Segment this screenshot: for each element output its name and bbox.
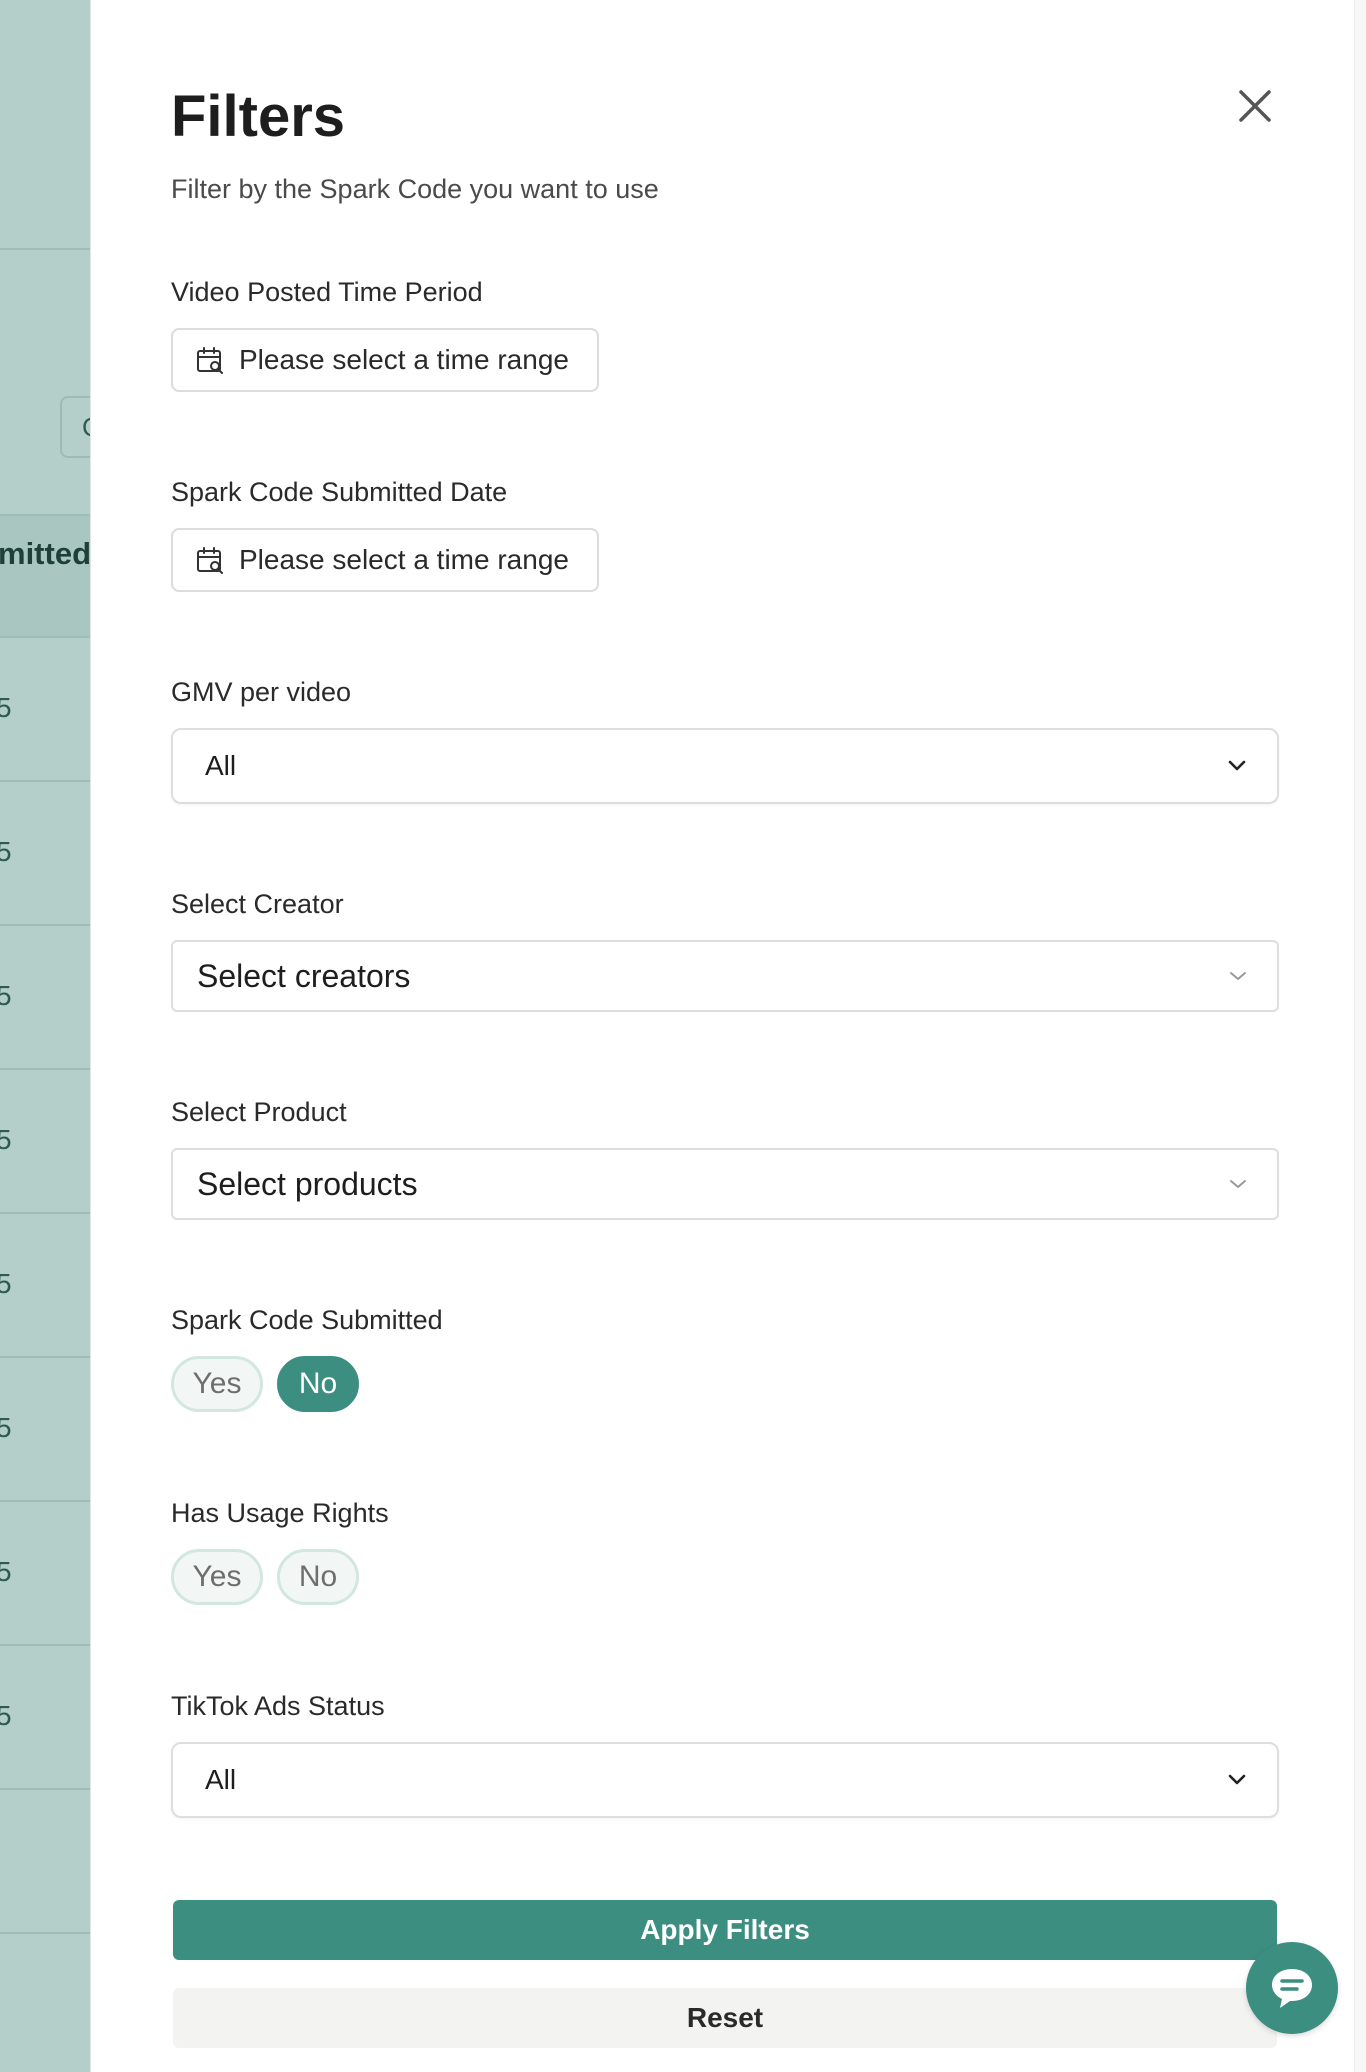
apply-filters-button[interactable]: Apply Filters: [173, 1900, 1277, 1960]
chat-bubble-icon: [1272, 1969, 1312, 2008]
backdrop-cell: 5: [0, 836, 12, 867]
backdrop-cell: 5: [0, 1268, 12, 1299]
backdrop-cell: 5: [0, 1412, 12, 1443]
product-multiselect-placeholder: Select products: [197, 1165, 418, 1202]
tiktok-ads-status-label: TikTok Ads Status: [171, 1691, 385, 1721]
backdrop-search-box: C: [60, 396, 90, 458]
gmv-per-video-select[interactable]: All: [171, 728, 1279, 804]
spark-submitted-date-picker[interactable]: Please select a time range: [171, 528, 599, 592]
backdrop-table-header: [0, 516, 90, 636]
backdrop-header-text: mitted: [0, 536, 90, 571]
filters-drawer: Filters Filter by the Spark Code you wan…: [90, 0, 1366, 2072]
select-creator-label: Select Creator: [171, 889, 344, 919]
spark-code-submitted-label: Spark Code Submitted: [171, 1305, 443, 1335]
backdrop-divider: [0, 1932, 90, 1934]
chat-launcher-button[interactable]: [1246, 1942, 1338, 2034]
usage-rights-label: Has Usage Rights: [171, 1498, 389, 1528]
date-picker-placeholder: Please select a time range: [239, 544, 569, 575]
backdrop-divider: [0, 248, 90, 250]
gmv-per-video-value: All: [205, 750, 237, 781]
backdrop-cell: 5: [0, 1556, 12, 1587]
page-backdrop[interactable]: C mitted 5 5 5 5 5 5 5 5: [0, 0, 90, 2072]
spark-submitted-no-toggle[interactable]: No: [277, 1356, 359, 1412]
close-icon: [1239, 90, 1271, 122]
chevron-down-icon: [1223, 752, 1251, 780]
reset-button[interactable]: Reset: [173, 1988, 1277, 2048]
date-picker-placeholder: Please select a time range: [239, 344, 569, 375]
calendar-search-icon: [195, 345, 225, 375]
calendar-search-icon: [195, 545, 225, 575]
drawer-title: Filters: [171, 84, 346, 149]
backdrop-cell: 5: [0, 1124, 12, 1155]
select-product-label: Select Product: [171, 1097, 347, 1127]
backdrop-divider: [0, 780, 90, 782]
backdrop-divider: [0, 1212, 90, 1214]
backdrop-divider: [0, 1788, 90, 1790]
backdrop-divider: [0, 1644, 90, 1646]
tiktok-ads-status-select[interactable]: All: [171, 1742, 1279, 1818]
drawer-subtitle: Filter by the Spark Code you want to use: [171, 174, 659, 204]
backdrop-cell: 5: [0, 1700, 12, 1731]
creator-multiselect-placeholder: Select creators: [197, 957, 411, 994]
video-posted-date-picker[interactable]: Please select a time range: [171, 328, 599, 392]
video-posted-label: Video Posted Time Period: [171, 277, 483, 307]
drawer-scrollbar[interactable]: [1354, 0, 1366, 2072]
usage-rights-no-toggle[interactable]: No: [277, 1549, 359, 1605]
chevron-down-icon: [1225, 963, 1251, 989]
chevron-down-icon: [1225, 1171, 1251, 1197]
creator-multiselect[interactable]: Select creators: [171, 940, 1279, 1012]
backdrop-divider: [0, 1500, 90, 1502]
backdrop-cell: 5: [0, 692, 12, 723]
spark-submitted-yes-toggle[interactable]: Yes: [171, 1356, 263, 1412]
gmv-per-video-label: GMV per video: [171, 677, 352, 707]
backdrop-divider: [0, 636, 90, 638]
close-button[interactable]: [1231, 82, 1279, 130]
chevron-down-icon: [1223, 1766, 1251, 1794]
tiktok-ads-status-value: All: [205, 1764, 237, 1795]
spark-submitted-date-label: Spark Code Submitted Date: [171, 477, 508, 507]
backdrop-search-char: C: [82, 412, 90, 443]
backdrop-divider: [0, 1356, 90, 1358]
usage-rights-yes-toggle[interactable]: Yes: [171, 1549, 263, 1605]
backdrop-cell: 5: [0, 980, 12, 1011]
backdrop-divider: [0, 924, 90, 926]
product-multiselect[interactable]: Select products: [171, 1148, 1279, 1220]
backdrop-divider: [0, 1068, 90, 1070]
